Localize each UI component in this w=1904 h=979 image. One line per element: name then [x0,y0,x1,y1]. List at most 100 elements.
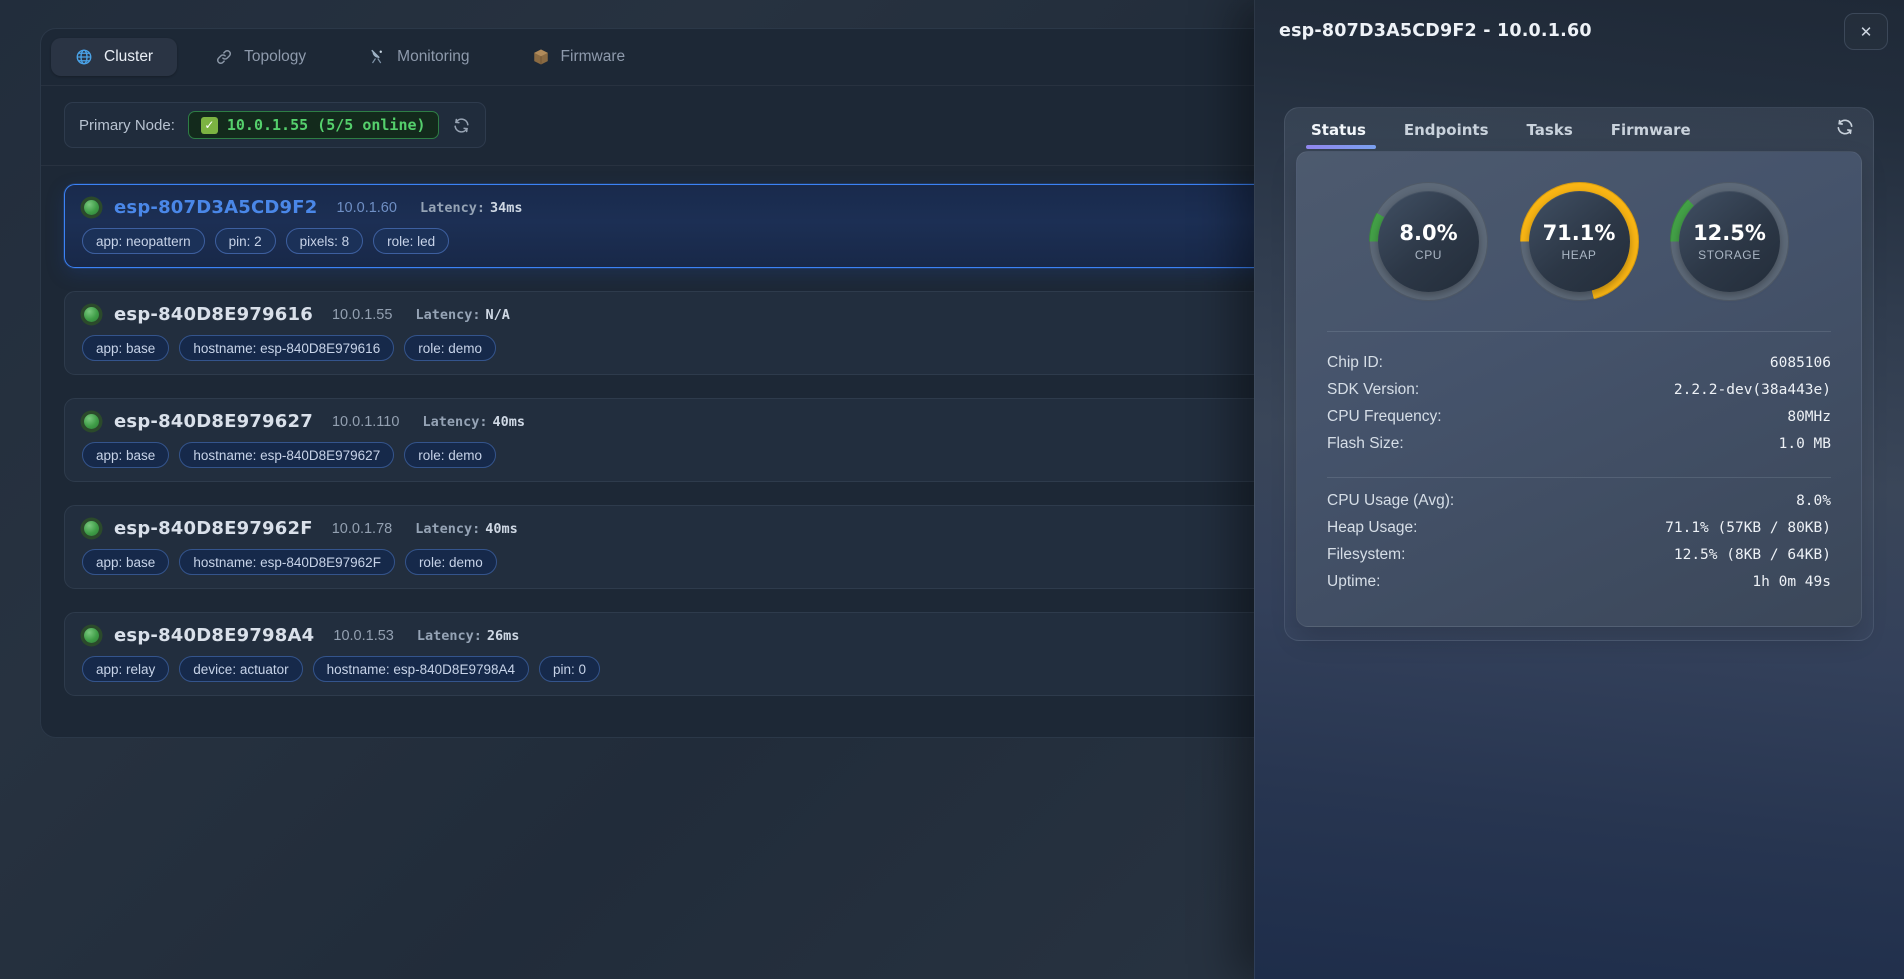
device-info-list: Chip ID: 6085106SDK Version: 2.2.2-dev(3… [1327,354,1831,462]
gauge-storage: 12.5% STORAGE [1670,182,1789,301]
gauge-value: 71.1% [1543,221,1616,245]
device-name: esp-840D8E97962F [114,518,313,539]
device-badge: pin: 0 [539,656,600,682]
status-dot-online-icon [84,521,99,536]
device-badge: device: actuator [179,656,302,682]
device-latency: Latency:40ms [422,414,525,430]
detail-label: Chip ID: [1327,354,1383,372]
device-badge: role: demo [404,442,496,468]
device-ip: 10.0.1.55 [332,307,392,323]
device-name: esp-840D8E979616 [114,304,313,325]
primary-node-label: Primary Node: [79,117,175,134]
latency-value: 26ms [487,628,520,644]
detail-label: CPU Frequency: [1327,408,1442,426]
detail-row: CPU Usage (Avg): 8.0% [1327,492,1831,519]
close-icon: ✕ [1860,23,1873,41]
panel-tabbar: Status Endpoints Tasks Firmware [1285,108,1873,151]
tab-label: Cluster [104,48,153,66]
device-latency: Latency: 26ms [417,628,520,644]
tab-cluster[interactable]: Cluster [51,38,177,76]
panel-tab-endpoints[interactable]: Endpoints [1404,108,1489,151]
detail-value: 71.1% (57KB / 80KB) [1665,520,1831,536]
device-badge: app: neopattern [82,228,205,254]
panel-title: esp-807D3A5CD9F2 - 10.0.1.60 [1279,21,1592,41]
device-latency: Latency: N/A [415,307,509,323]
refresh-icon[interactable] [452,116,471,135]
device-ip: 10.0.1.78 [332,521,392,537]
gauge-value: 8.0% [1399,221,1457,245]
detail-label: CPU Usage (Avg): [1327,492,1454,510]
latency-label: Latency: [415,307,480,323]
main-nav-tabs: Cluster Topology Monitoring Firmware [51,38,663,76]
detail-label: Filesystem: [1327,546,1405,564]
latency-value: 34ms [490,200,523,216]
link-icon [215,48,233,66]
tab-firmware[interactable]: Firmware [508,38,650,76]
tab-monitoring[interactable]: Monitoring [344,38,493,76]
primary-node-status-text: 10.0.1.55 (5/5 online) [227,116,426,134]
detail-value: 1h 0m 49s [1752,574,1831,590]
satellite-icon [368,48,386,66]
detail-value: 2.2.2-dev(38a443e) [1674,382,1831,398]
close-button[interactable]: ✕ [1844,13,1888,50]
device-badge: app: base [82,335,169,361]
device-detail-panel: esp-807D3A5CD9F2 - 10.0.1.60 ✕ Status End… [1254,0,1904,979]
device-badge: pin: 2 [215,228,276,254]
panel-tab-status[interactable]: Status [1311,108,1366,151]
divider [1327,331,1831,332]
panel-tab-firmware[interactable]: Firmware [1611,108,1691,151]
globe-icon [75,48,93,66]
detail-row: SDK Version: 2.2.2-dev(38a443e) [1327,381,1831,408]
gauge-face: 8.0% CPU [1378,191,1479,292]
latency-label: Latency: [422,414,487,430]
detail-value: 12.5% (8KB / 64KB) [1674,547,1831,563]
app-root: Cluster Topology Monitoring Firmware Primar… [0,0,1904,979]
device-name: esp-807D3A5CD9F2 [114,197,317,218]
detail-label: Heap Usage: [1327,519,1417,537]
device-badge: pixels: 8 [286,228,364,254]
status-dot-online-icon [84,628,99,643]
panel-header: esp-807D3A5CD9F2 - 10.0.1.60 ✕ [1255,0,1904,60]
gauge-cpu: 8.0% CPU [1369,182,1488,301]
device-badge: app: base [82,549,169,575]
detail-row: CPU Frequency: 80MHz [1327,408,1831,435]
device-badge: hostname: esp-840D8E9798A4 [313,656,529,682]
detail-value: 1.0 MB [1779,436,1831,452]
detail-value: 8.0% [1796,493,1831,509]
device-latency: Latency:34ms [420,200,523,216]
detail-label: Flash Size: [1327,435,1404,453]
device-badge: role: led [373,228,449,254]
tab-topology[interactable]: Topology [191,38,330,76]
detail-row: Filesystem: 12.5% (8KB / 64KB) [1327,546,1831,573]
panel-tab-tasks[interactable]: Tasks [1527,108,1573,151]
device-ip: 10.0.1.60 [336,200,396,216]
panel-card: Status Endpoints Tasks Firmware 8.0% CPU 71… [1284,107,1874,641]
gauge-label: STORAGE [1698,248,1761,262]
divider [1327,477,1831,478]
detail-label: Uptime: [1327,573,1380,591]
status-dot-online-icon [84,200,99,215]
detail-value: 6085106 [1770,355,1831,371]
latency-label: Latency: [415,521,480,537]
tab-label: Topology [244,48,306,66]
gauges-row: 8.0% CPU 71.1% HEAP 12.5% STORAGE [1327,182,1831,301]
gauge-label: CPU [1415,248,1442,262]
detail-row: Chip ID: 6085106 [1327,354,1831,381]
latency-value: N/A [485,307,509,323]
refresh-icon[interactable] [1835,117,1855,142]
detail-row: Heap Usage: 71.1% (57KB / 80KB) [1327,519,1831,546]
device-name: esp-840D8E9798A4 [114,625,314,646]
device-badge: role: demo [405,549,497,575]
primary-node-box: Primary Node: ✓ 10.0.1.55 (5/5 online) [64,102,486,148]
detail-value: 80MHz [1787,409,1831,425]
check-icon: ✓ [201,117,218,134]
tab-label: Firmware [561,48,626,66]
gauge-face: 12.5% STORAGE [1679,191,1780,292]
gauge-heap: 71.1% HEAP [1520,182,1639,301]
device-badge: hostname: esp-840D8E979627 [179,442,394,468]
gauge-face: 71.1% HEAP [1529,191,1630,292]
latency-value: 40ms [485,521,518,537]
primary-node-status-badge: ✓ 10.0.1.55 (5/5 online) [188,111,439,139]
tab-label: Monitoring [397,48,469,66]
latency-label: Latency: [417,628,482,644]
